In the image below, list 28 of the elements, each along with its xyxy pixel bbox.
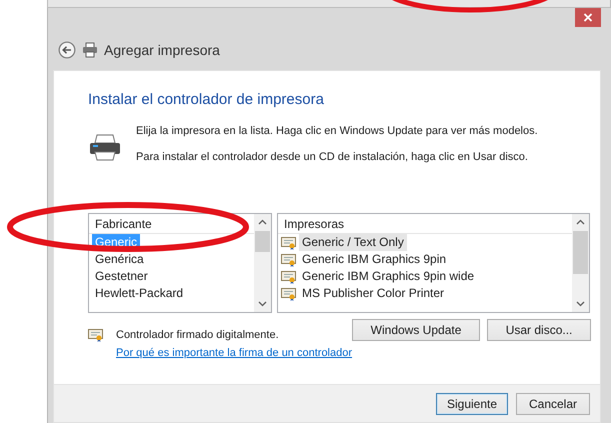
printer-certificate-icon <box>281 252 297 266</box>
scrollbar[interactable] <box>254 214 271 312</box>
section-heading: Instalar el controlador de impresora <box>88 91 325 108</box>
list-item[interactable]: Hewlett-Packard <box>92 285 186 302</box>
printer-certificate-icon <box>281 286 297 300</box>
list-item[interactable]: Genérica <box>92 251 147 268</box>
printer-icon <box>82 42 98 58</box>
list-item[interactable]: Gestetner <box>92 268 151 285</box>
cancel-button[interactable]: Cancelar <box>516 392 590 414</box>
signature-status: Controlador firmado digitalmente. <box>116 329 279 341</box>
windows-update-button[interactable]: Windows Update <box>352 319 480 341</box>
list-item[interactable]: MS Publisher Color Printer <box>299 285 448 302</box>
use-disk-button[interactable]: Usar disco... <box>487 319 592 341</box>
list-item[interactable]: Generic IBM Graphics 9pin <box>299 251 450 268</box>
list-item[interactable]: Generic / Text Only <box>299 234 407 251</box>
printer-certificate-icon <box>281 270 297 284</box>
certificate-icon <box>88 328 104 342</box>
printer-icon <box>88 133 122 161</box>
scroll-thumb[interactable] <box>255 231 270 252</box>
instruction-text: Elija la impresora en la lista. Haga clic en Windows Update para ver más modelos. <box>136 125 538 137</box>
instruction-text: Para instalar el controlador desde un CD de instalación, haga clic en Usar disco. <box>136 151 529 163</box>
list-item[interactable]: Generic IBM Graphics 9pin wide <box>299 268 478 285</box>
printer-certificate-icon <box>281 236 297 250</box>
next-button[interactable]: Siguiente <box>436 392 508 414</box>
scroll-thumb[interactable] <box>573 231 588 274</box>
signature-info-link[interactable]: Por qué es importante la firma de un controlador <box>116 347 352 359</box>
scrollbar[interactable] <box>572 214 589 312</box>
window-title: Agregar impresora <box>104 42 220 58</box>
